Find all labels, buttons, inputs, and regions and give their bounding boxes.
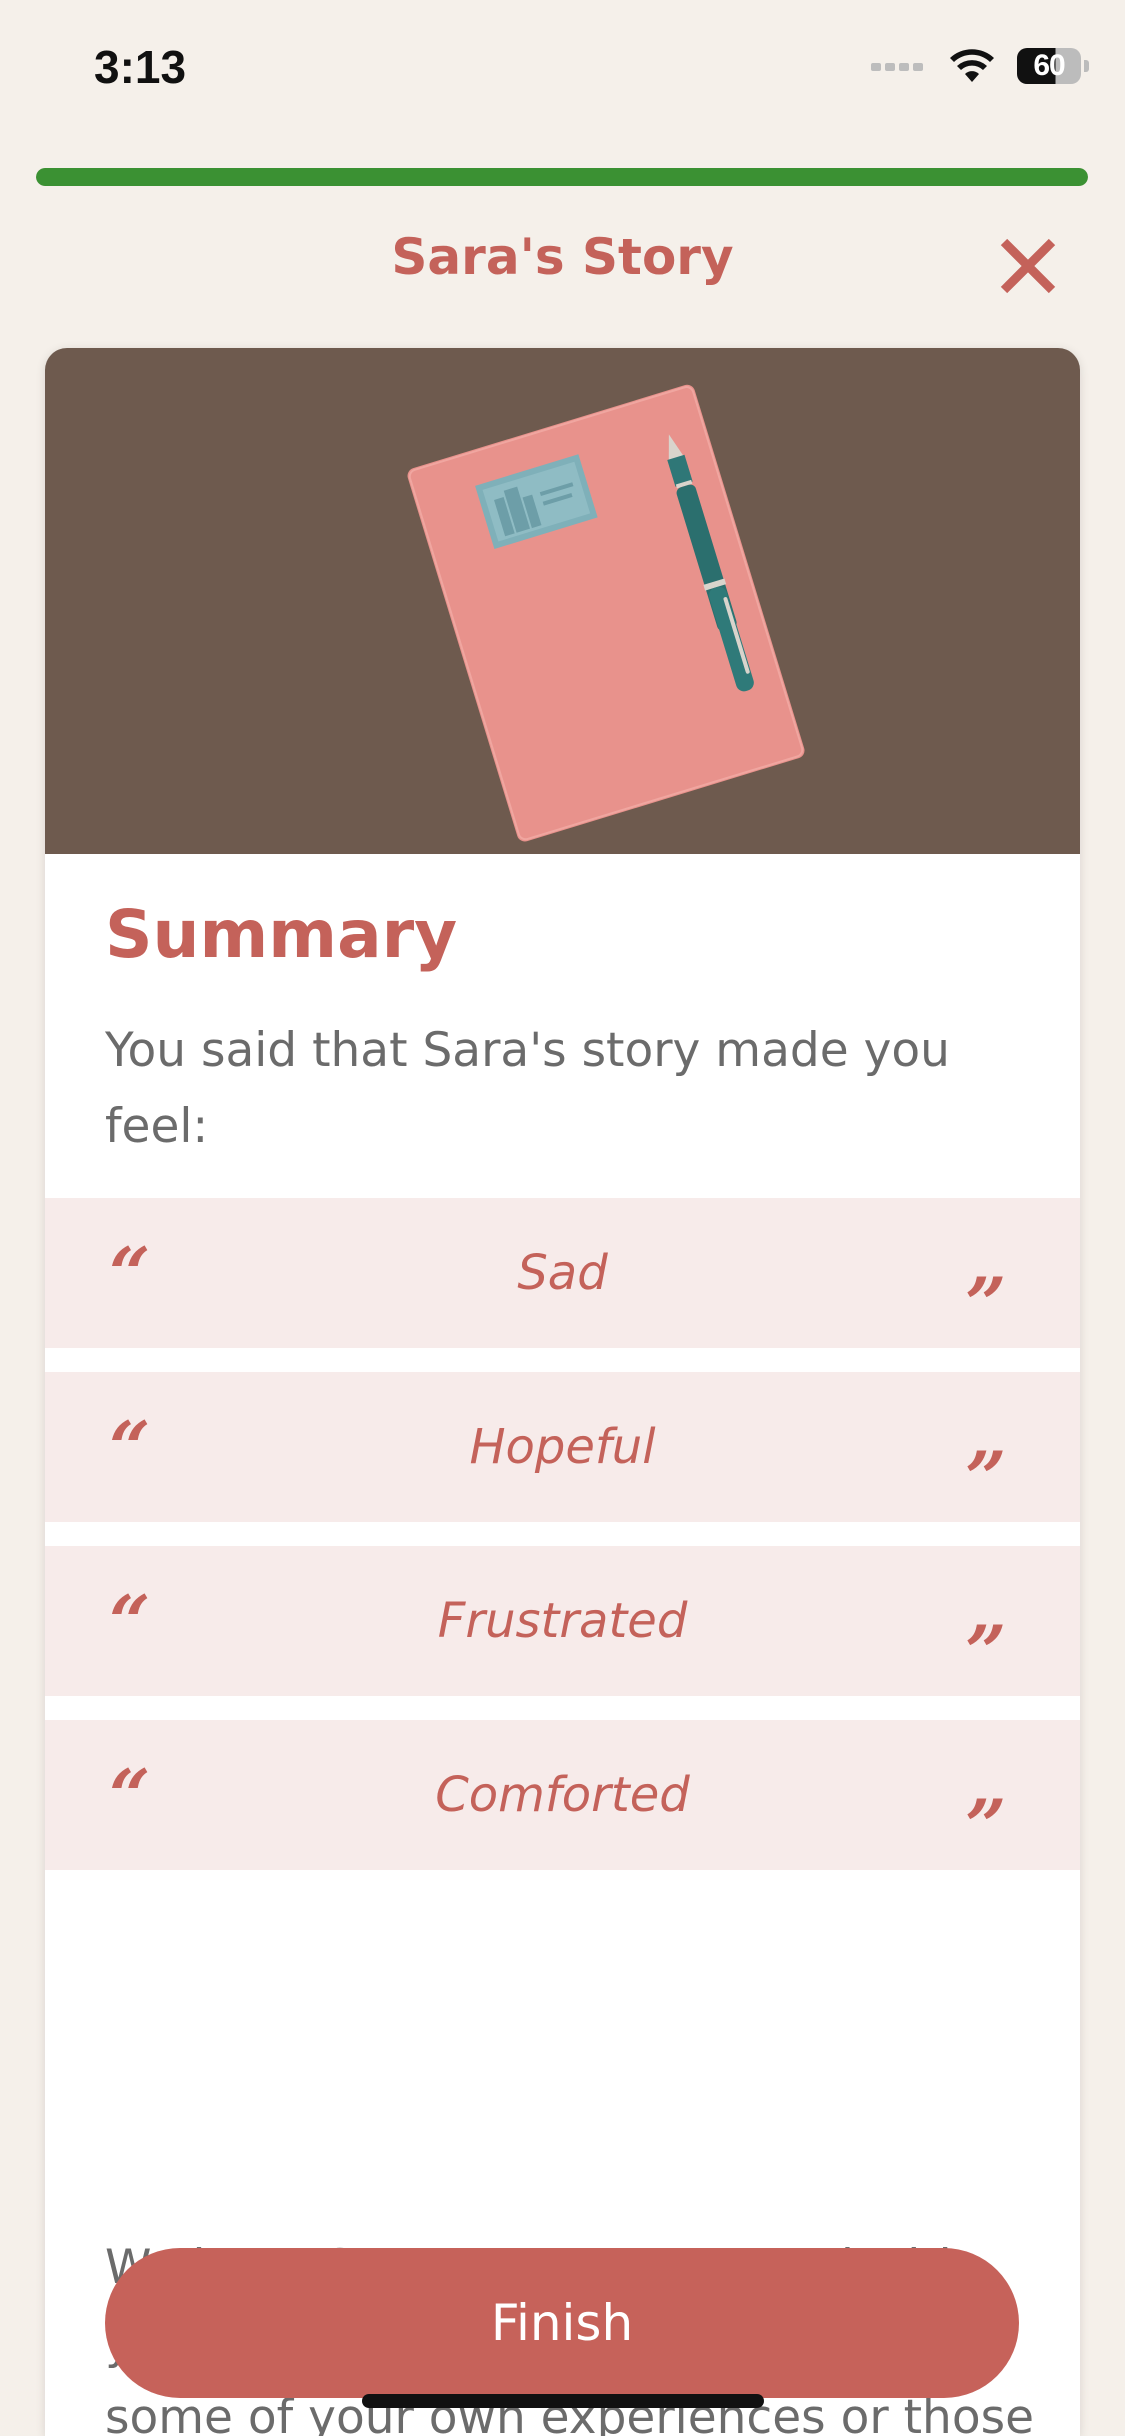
status-time: 3:13 [94,41,187,93]
cellular-signal-icon [871,63,923,71]
close-quote-icon: ” [965,1261,1007,1346]
status-bar: 3:13 60 [0,0,1125,135]
feeling-item: “ Hopeful ” [45,1372,1080,1522]
story-progress-bar [36,168,1088,186]
feeling-label: Hopeful [469,1419,656,1475]
finish-button[interactable]: Finish [105,2248,1019,2398]
feeling-label: Comforted [435,1767,690,1823]
battery-level: 60 [1033,49,1065,82]
close-quote-icon: ” [965,1609,1007,1694]
summary-card: Summary You said that Sara's story made … [45,348,1080,2436]
feeling-item: “ Sad ” [45,1198,1080,1348]
battery-icon: 60 [1017,48,1089,84]
feeling-label: Frustrated [437,1593,688,1649]
home-indicator [362,2394,764,2408]
close-button[interactable] [990,228,1066,304]
close-icon [1000,238,1056,294]
hero-image [45,348,1080,854]
summary-intro-text: You said that Sara's story made you feel… [105,1023,950,1154]
page-title: Sara's Story [391,228,734,286]
feelings-list: “ Sad ” “ Hopeful ” “ Frustrated ” “ Com… [45,1198,1080,1894]
wifi-icon [950,49,994,82]
close-quote-icon: ” [965,1435,1007,1520]
feeling-label: Sad [517,1245,608,1301]
battery-nub [1084,60,1089,72]
status-icons: 60 [871,48,1089,84]
notebook-illustration [407,384,805,842]
close-quote-icon: ” [965,1783,1007,1868]
feeling-item: “ Frustrated ” [45,1546,1080,1696]
summary-heading: Summary [105,896,458,973]
progress-fill [36,168,1088,186]
feeling-item: “ Comforted ” [45,1720,1080,1870]
